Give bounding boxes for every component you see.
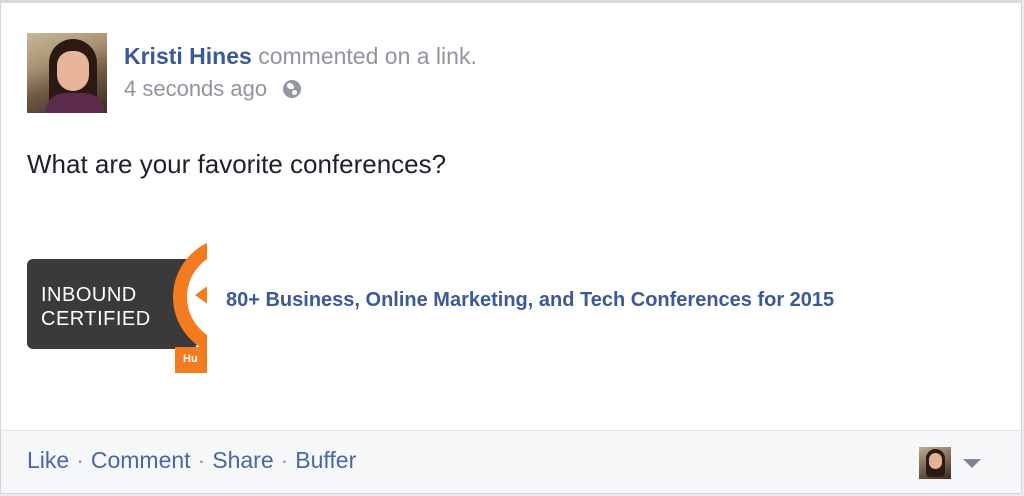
- story-card: Kristi Hines commented on a link. 4 seco…: [0, 0, 1022, 494]
- share-link[interactable]: Share: [212, 447, 273, 473]
- badge-tab: Hu: [175, 347, 207, 373]
- badge-notch: [195, 285, 207, 305]
- headline: Kristi Hines commented on a link.: [124, 43, 724, 70]
- avatar-shirt: [45, 93, 105, 113]
- badge-tab-text: Hu: [183, 353, 198, 365]
- link-preview[interactable]: INBOUND CERTIFIED Hu 80+ Business, Onlin…: [27, 229, 927, 373]
- separator: ·: [197, 447, 206, 473]
- mini-avatar-face: [929, 453, 942, 469]
- story-meta: Kristi Hines commented on a link. 4 seco…: [124, 43, 724, 102]
- actor-selector-avatar[interactable]: [919, 447, 951, 479]
- action-bar: Like · Comment · Share · Buffer: [27, 447, 356, 474]
- author-avatar[interactable]: [27, 33, 107, 113]
- link-title[interactable]: 80+ Business, Online Marketing, and Tech…: [226, 289, 834, 312]
- comment-link[interactable]: Comment: [91, 447, 191, 473]
- buffer-link[interactable]: Buffer: [295, 447, 356, 473]
- separator: ·: [280, 447, 289, 473]
- globe-icon[interactable]: [283, 80, 302, 98]
- timestamp-row: 4 seconds ago: [124, 76, 724, 102]
- story-footer: Like · Comment · Share · Buffer: [1, 430, 1021, 493]
- chevron-down-icon[interactable]: [963, 459, 981, 468]
- badge-text: INBOUND CERTIFIED: [41, 284, 151, 330]
- status-text: What are your favorite conferences?: [27, 149, 447, 179]
- action-text: commented on a link.: [251, 43, 477, 69]
- avatar-face: [57, 51, 89, 91]
- author-name[interactable]: Kristi Hines: [124, 43, 252, 69]
- separator: ·: [76, 447, 84, 473]
- like-link[interactable]: Like: [27, 447, 69, 473]
- timestamp[interactable]: 4 seconds ago: [124, 76, 267, 102]
- link-thumbnail[interactable]: INBOUND CERTIFIED Hu: [27, 229, 207, 373]
